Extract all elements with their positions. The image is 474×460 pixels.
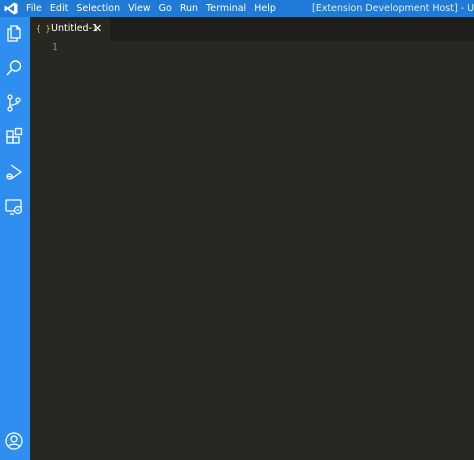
run-debug-icon[interactable] (4, 162, 24, 182)
menu-view[interactable]: View (128, 0, 156, 17)
remote-explorer-icon[interactable] (4, 197, 24, 217)
tab-untitled-1[interactable]: { } Untitled-1 ✕ (30, 17, 110, 41)
line-number: 1 (52, 42, 58, 53)
menu-bar: File Edit Selection View Go Run Terminal… (26, 0, 284, 17)
json-file-icon: { } (36, 24, 51, 33)
activity-bar (0, 17, 30, 460)
menu-file[interactable]: File (26, 0, 47, 17)
menu-selection[interactable]: Selection (76, 0, 125, 17)
menu-edit[interactable]: Edit (50, 0, 73, 17)
close-icon[interactable]: ✕ (93, 17, 102, 41)
menu-terminal[interactable]: Terminal (206, 0, 251, 17)
menu-go[interactable]: Go (159, 0, 177, 17)
window-title: [Extension Development Host] - Untitled-… (312, 3, 474, 14)
title-bar: File Edit Selection View Go Run Terminal… (0, 0, 474, 17)
menu-help[interactable]: Help (254, 0, 281, 17)
search-icon[interactable] (4, 58, 24, 78)
vscode-logo-icon[interactable] (4, 2, 18, 15)
tab-bar: { } Untitled-1 ✕ (30, 17, 474, 41)
vscode-window: File Edit Selection View Go Run Terminal… (0, 0, 474, 460)
explorer-icon[interactable] (4, 23, 24, 43)
extensions-icon[interactable] (4, 127, 24, 147)
tab-label: Untitled-1 (51, 23, 99, 34)
editor-area[interactable]: 1 (30, 41, 474, 460)
menu-run[interactable]: Run (180, 0, 203, 17)
source-control-icon[interactable] (4, 93, 24, 113)
account-icon[interactable] (4, 431, 24, 451)
